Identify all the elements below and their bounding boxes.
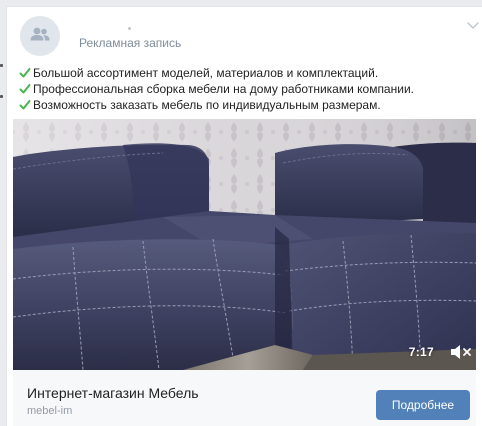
ad-title[interactable]: Интернет-магазин Мебель (27, 385, 199, 401)
post-line-text: Большой ассортимент моделей, материалов … (33, 66, 379, 80)
speaker-muted-icon[interactable] (448, 342, 474, 362)
post-text: Большой ассортимент моделей, материалов … (19, 65, 477, 113)
check-icon (19, 67, 31, 79)
post-line: Большой ассортимент моделей, материалов … (19, 65, 477, 81)
more-info-button[interactable]: Подробнее (376, 390, 470, 420)
post-line-text: Возможность заказать мебель по индивидуа… (33, 98, 381, 112)
post-line-text: Профессиональная сборка мебели на дому р… (33, 82, 414, 96)
header-dot (128, 27, 131, 30)
page-background: Рекламная запись Большой ассортимент мод… (0, 0, 482, 426)
check-icon (19, 99, 31, 111)
post-line: Возможность заказать мебель по индивидуа… (19, 97, 477, 113)
sofa-video-frame (13, 119, 476, 370)
video-duration: 7:17 (408, 345, 434, 359)
side-marker (0, 64, 3, 67)
post-line: Профессиональная сборка мебели на дому р… (19, 81, 477, 97)
ad-snippet[interactable]: Интернет-магазин Мебель mebel-im Подробн… (13, 370, 476, 426)
check-icon (19, 83, 31, 95)
users-icon (29, 27, 51, 46)
side-marker (0, 95, 3, 98)
ad-domain: mebel-im (27, 405, 73, 417)
chevron-down-icon[interactable] (466, 19, 480, 33)
sponsored-label: Рекламная запись (79, 36, 182, 50)
avatar[interactable] (20, 16, 60, 56)
post-header: Рекламная запись (20, 15, 181, 57)
video-player[interactable]: 7:17 (13, 119, 476, 370)
